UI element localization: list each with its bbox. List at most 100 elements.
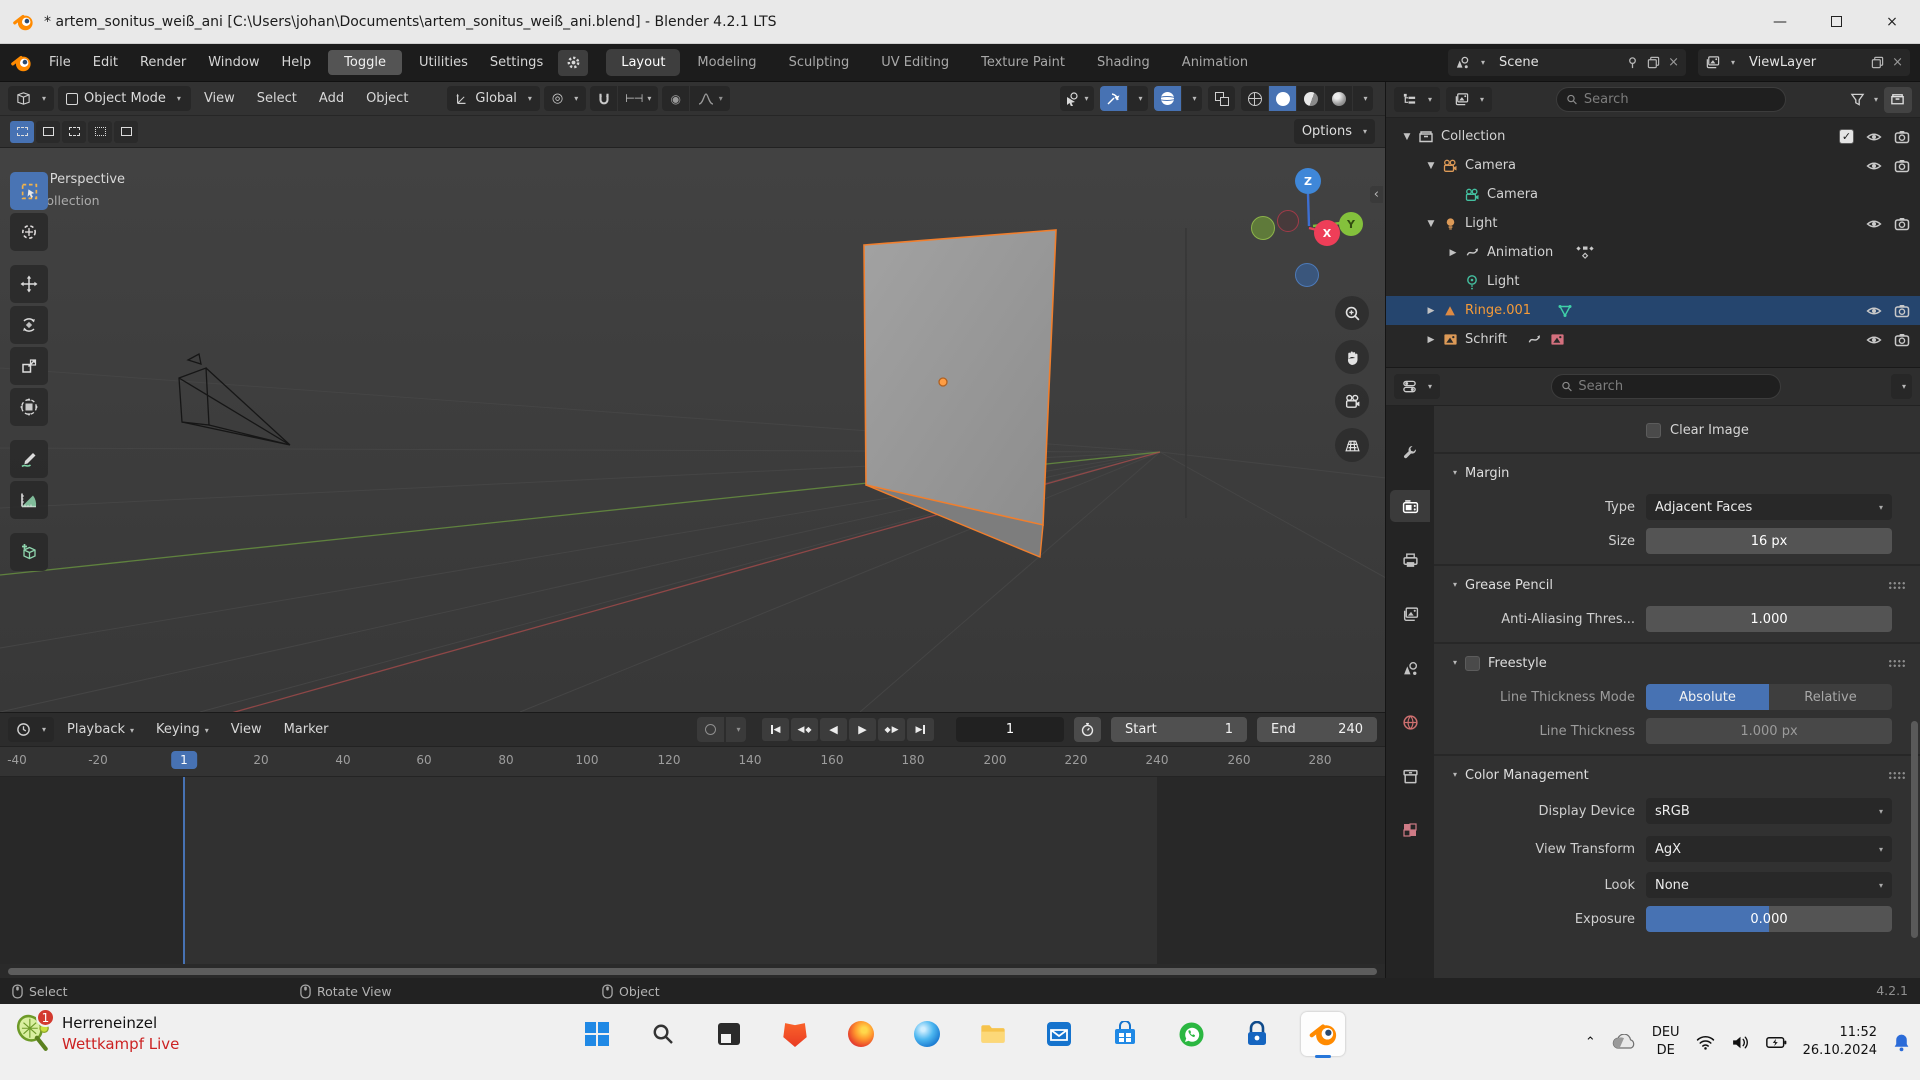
freestyle-checkbox[interactable]	[1465, 656, 1480, 671]
absolute-option[interactable]: Absolute	[1646, 684, 1769, 710]
chevron-right-icon[interactable]: ▶	[1422, 335, 1440, 345]
options-dropdown[interactable]: Options ▾	[1294, 119, 1375, 144]
battery-icon[interactable]	[1766, 1036, 1787, 1049]
scene-selector[interactable]: ▾ Scene ×	[1448, 49, 1686, 76]
eye-icon[interactable]	[1866, 129, 1882, 145]
tab-tool[interactable]	[1390, 436, 1430, 468]
tab-shading[interactable]: Shading	[1082, 49, 1165, 76]
duplicate-icon[interactable]	[1647, 56, 1660, 69]
menu-utilities[interactable]: Utilities	[408, 51, 479, 74]
shading-dropdown[interactable]: ▾	[1353, 86, 1373, 111]
current-frame-field[interactable]: 1	[956, 717, 1064, 742]
gizmos-dropdown[interactable]: ▾	[1128, 86, 1148, 111]
scrollbar-thumb[interactable]	[8, 968, 1377, 975]
clear-image-checkbox[interactable]	[1646, 423, 1661, 438]
tab-view-layer[interactable]	[1390, 598, 1430, 630]
menu-help[interactable]: Help	[271, 51, 323, 74]
properties-options-dropdown[interactable]: ▾	[1891, 374, 1912, 399]
filter-dropdown[interactable]: ▾	[1850, 92, 1878, 107]
menu-marker[interactable]: Marker	[275, 719, 338, 740]
blue-globe-app[interactable]	[905, 1012, 949, 1056]
margin-section-header[interactable]: ▾ Margin	[1434, 456, 1920, 490]
axis-y-handle[interactable]: Y	[1339, 212, 1363, 236]
brave-browser[interactable]	[773, 1012, 817, 1056]
wifi-icon[interactable]	[1696, 1035, 1715, 1050]
margin-type-dropdown[interactable]: Adjacent Faces▾	[1646, 494, 1892, 520]
viewport-canvas[interactable]: User Perspective (1) Collection	[0, 148, 1385, 712]
timeline-editor-type-button[interactable]: ▾	[8, 717, 54, 742]
select-mode-invert[interactable]	[88, 121, 112, 143]
select-mode-intersect[interactable]	[114, 121, 138, 143]
properties-scrollbar[interactable]	[1911, 721, 1918, 938]
start-button[interactable]	[575, 1012, 619, 1056]
eye-icon[interactable]	[1866, 332, 1882, 348]
tool-select-box[interactable]	[10, 172, 48, 210]
chevron-down-icon[interactable]: ▼	[1422, 219, 1440, 229]
tab-layout[interactable]: Layout	[606, 49, 680, 76]
new-coll ection-button[interactable]	[1884, 87, 1912, 113]
search-button[interactable]	[641, 1012, 685, 1056]
outliner-row-light[interactable]: ▼ Light	[1386, 209, 1920, 238]
camera-visibility-icon[interactable]	[1894, 332, 1910, 348]
outliner-row-animation[interactable]: ▶ Animation	[1386, 238, 1920, 267]
menu-object[interactable]: Object	[357, 88, 417, 109]
display-mode-button[interactable]: ▾	[1446, 87, 1492, 112]
firefox-browser[interactable]	[839, 1012, 883, 1056]
menu-keying[interactable]: Keying▾	[147, 719, 218, 740]
properties-search[interactable]	[1551, 374, 1781, 399]
menu-edit[interactable]: Edit	[82, 51, 129, 74]
view-transform-dropdown[interactable]: AgX▾	[1646, 836, 1892, 862]
tool-add-cube[interactable]	[10, 533, 48, 571]
outliner-search-input[interactable]	[1584, 92, 1776, 107]
whatsapp[interactable]	[1169, 1012, 1213, 1056]
menu-view-timeline[interactable]: View	[222, 719, 271, 740]
tab-collection[interactable]	[1390, 760, 1430, 792]
margin-size-field[interactable]: 16 px	[1646, 528, 1892, 554]
display-device-dropdown[interactable]: sRGB▾	[1646, 798, 1892, 824]
axis-x-handle[interactable]: X	[1314, 220, 1340, 246]
properties-editor-type-button[interactable]: ▾	[1394, 374, 1440, 399]
proportional-editing-toggle[interactable]: ◉	[662, 86, 689, 111]
outliner-editor-type-button[interactable]: ▾	[1394, 87, 1440, 112]
current-frame-badge[interactable]: 1	[171, 751, 197, 769]
tab-world[interactable]	[1390, 706, 1430, 738]
menu-add[interactable]: Add	[310, 88, 353, 109]
play-button[interactable]: ▶	[849, 718, 876, 741]
authenticator-app[interactable]	[1235, 1012, 1279, 1056]
look-dropdown[interactable]: None▾	[1646, 872, 1892, 898]
outliner-row-camera[interactable]: ▼ Camera	[1386, 151, 1920, 180]
tool-annotate[interactable]	[10, 440, 48, 478]
shading-material-button[interactable]	[1297, 86, 1324, 111]
viewlayer-selector[interactable]: ▾ ViewLayer ×	[1698, 49, 1910, 76]
zoom-button[interactable]	[1335, 296, 1369, 330]
chevron-right-icon[interactable]: ▶	[1444, 248, 1462, 258]
show-gizmo-dropdown[interactable]: ▾	[1060, 86, 1094, 111]
close-button[interactable]: ×	[1864, 0, 1920, 43]
timeline-ruler[interactable]: -40 -20 20 40 60 80 100 120 140 160 180 …	[0, 747, 1385, 777]
frame-end-field[interactable]: End240	[1257, 717, 1377, 742]
select-mode-subtract[interactable]	[62, 121, 86, 143]
maximize-button[interactable]	[1808, 0, 1864, 43]
tab-scene[interactable]	[1390, 652, 1430, 684]
axis-x-neg-handle[interactable]	[1277, 210, 1299, 232]
play-reverse-button[interactable]: ◀	[820, 718, 847, 741]
tab-modeling[interactable]: Modeling	[682, 49, 771, 76]
tab-animation[interactable]: Animation	[1167, 49, 1263, 76]
menu-settings[interactable]: Settings	[479, 51, 554, 74]
menu-playback[interactable]: Playback▾	[58, 719, 143, 740]
tab-render[interactable]	[1390, 490, 1430, 522]
tool-move[interactable]	[10, 265, 48, 303]
axis-y-neg-handle[interactable]	[1251, 216, 1275, 240]
line-thickness-field[interactable]: 1.000 px	[1646, 718, 1892, 744]
use-preview-range-button[interactable]	[1074, 717, 1101, 742]
gizmos-toggle[interactable]	[1100, 86, 1127, 111]
microsoft-store[interactable]	[1103, 1012, 1147, 1056]
tool-rotate[interactable]	[10, 306, 48, 344]
news-widget[interactable]: 1 Herreneinzel Wettkampf Live	[14, 1014, 179, 1053]
color-management-header[interactable]: ▾ Color Management	[1434, 758, 1920, 792]
next-keyframe-button[interactable]: ◆▶	[878, 718, 905, 741]
auto-keying-dropdown[interactable]: ▾	[726, 717, 746, 742]
overlays-dropdown[interactable]: ▾	[1182, 86, 1202, 111]
collection-checkbox[interactable]: ✓	[1839, 129, 1854, 144]
timeline-scrollbar[interactable]	[0, 964, 1385, 978]
